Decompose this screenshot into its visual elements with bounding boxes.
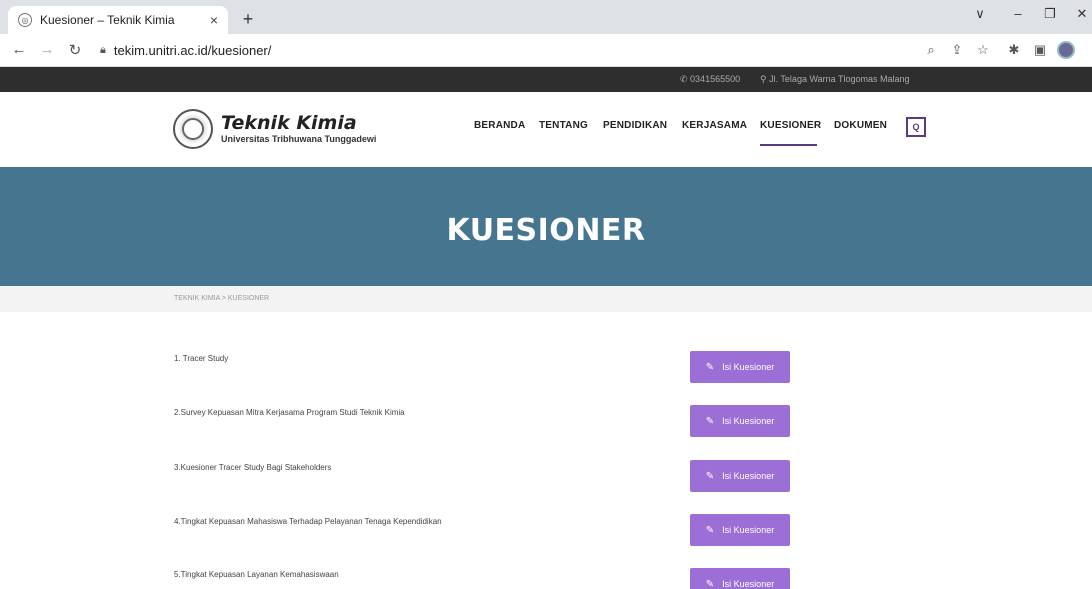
pencil-icon: ✎ — [705, 578, 715, 589]
nav-label[interactable]: TENTANG — [539, 120, 588, 131]
list-item: 3.Kuesioner Tracer Study Bagi Stakeholde… — [0, 460, 1092, 500]
breadcrumb-bar: TEKNIK KIMIA > KUESIONER — [0, 286, 1092, 312]
button-label: Isi Kuesioner — [722, 362, 775, 372]
reload-icon[interactable]: ↻ — [66, 41, 84, 59]
nav-label[interactable]: DOKUMEN — [834, 120, 887, 131]
back-icon[interactable]: ← — [10, 41, 28, 58]
profile-avatar[interactable] — [1057, 41, 1075, 59]
questionnaire-label: 4.Tingkat Kepuasan Mahasiswa Terhadap Pe… — [174, 517, 442, 526]
list-item: 4.Tingkat Kepuasan Mahasiswa Terhadap Pe… — [0, 514, 1092, 554]
zoom-icon[interactable]: ⌕ — [922, 42, 940, 58]
pencil-icon: ✎ — [705, 415, 715, 427]
button-label: Isi Kuesioner — [722, 416, 775, 426]
site-favicon-icon: ◎ — [18, 13, 32, 27]
questionnaire-label: 2.Survey Kepuasan Mitra Kerjasama Progra… — [174, 408, 405, 417]
fill-questionnaire-button[interactable]: ✎ Isi Kuesioner — [690, 405, 790, 437]
address-bar: ← → ↻ 🔒︎ tekim.unitri.ac.id/kuesioner/ ⌕… — [0, 34, 1092, 67]
nav-label[interactable]: KUESIONER — [760, 120, 821, 131]
site-logo[interactable]: Teknik Kimia Universitas Tribhuwana Tung… — [173, 109, 376, 149]
restore-button[interactable]: ❐ — [1040, 6, 1060, 22]
search-icon: Q — [912, 122, 920, 132]
location-pin-icon: ⚲ — [760, 74, 770, 84]
lock-icon: 🔒︎ — [100, 43, 106, 56]
tab-close-icon[interactable]: × — [210, 12, 218, 28]
top-info-bar: ✆ 0341565500 ⚲ Jl. Telaga Warna Tlogomas… — [0, 67, 1092, 92]
nav-label[interactable]: KERJASAMA — [682, 120, 747, 131]
button-label: Isi Kuesioner — [722, 525, 775, 535]
nav-item-kerjasama[interactable]: KERJASAMA — [682, 120, 747, 131]
list-item: 5.Tingkat Kepuasan Layanan Kemahasiswaan… — [0, 568, 1092, 589]
pencil-icon: ✎ — [705, 361, 715, 373]
nav-label[interactable]: BERANDA — [474, 120, 525, 131]
pencil-icon: ✎ — [705, 524, 715, 536]
page-banner: KUESIONER — [0, 167, 1092, 286]
page-title: KUESIONER — [446, 213, 646, 248]
fill-questionnaire-button[interactable]: ✎ Isi Kuesioner — [690, 351, 790, 383]
address-info: ⚲ Jl. Telaga Warna Tlogomas Malang — [760, 74, 910, 85]
questionnaire-label: 5.Tingkat Kepuasan Layanan Kemahasiswaan — [174, 570, 339, 579]
nav-item-tentang[interactable]: TENTANG — [539, 120, 588, 131]
fill-questionnaire-button[interactable]: ✎ Isi Kuesioner — [690, 514, 790, 546]
url-field[interactable]: 🔒︎ tekim.unitri.ac.id/kuesioner/ — [100, 39, 271, 61]
questionnaire-label: 3.Kuesioner Tracer Study Bagi Stakeholde… — [174, 463, 332, 472]
breadcrumb[interactable]: TEKNIK KIMIA > KUESIONER — [174, 295, 269, 302]
fill-questionnaire-button[interactable]: ✎ Isi Kuesioner — [690, 460, 790, 492]
fill-questionnaire-button[interactable]: ✎ Isi Kuesioner — [690, 568, 790, 589]
button-label: Isi Kuesioner — [722, 471, 775, 481]
questionnaire-label: 1. Tracer Study — [174, 354, 229, 363]
site-header: Teknik Kimia Universitas Tribhuwana Tung… — [0, 92, 1092, 167]
new-tab-button[interactable]: + — [236, 8, 260, 32]
logo-subtitle: Universitas Tribhuwana Tunggadewi — [221, 134, 377, 144]
nav-item-pendidikan[interactable]: PENDIDIKAN — [603, 120, 667, 131]
extensions-icon[interactable]: ✱ — [1005, 42, 1023, 58]
nav-label[interactable]: PENDIDIKAN — [603, 120, 667, 131]
phone-info: ✆ 0341565500 — [680, 74, 740, 85]
list-item: 2.Survey Kepuasan Mitra Kerjasama Progra… — [0, 405, 1092, 445]
address-text: Jl. Telaga Warna Tlogomas Malang — [769, 74, 910, 84]
browser-tab[interactable]: ◎ Kuesioner – Teknik Kimia × — [8, 6, 228, 34]
logo-name: Teknik Kimia — [221, 112, 357, 134]
list-item: 1. Tracer Study ✎ Isi Kuesioner — [0, 351, 1092, 391]
close-window-button[interactable]: ✕ — [1072, 6, 1092, 22]
university-seal-icon — [173, 109, 213, 149]
phone-icon: ✆ — [680, 74, 691, 84]
tab-title: Kuesioner – Teknik Kimia — [40, 13, 175, 27]
active-nav-indicator — [760, 144, 817, 146]
side-panel-icon[interactable]: ▣ — [1031, 42, 1049, 58]
minimize-button[interactable]: – — [1008, 6, 1028, 21]
nav-item-beranda[interactable]: BERANDA — [474, 120, 525, 131]
share-icon[interactable]: ⇪ — [948, 42, 966, 58]
nav-item-kuesioner[interactable]: KUESIONER — [760, 120, 821, 131]
button-label: Isi Kuesioner — [722, 579, 775, 589]
bookmark-star-icon[interactable]: ☆ — [974, 42, 992, 58]
phone-number: 0341565500 — [690, 74, 741, 84]
search-button[interactable]: Q — [906, 117, 926, 137]
browser-tab-bar: ◎ Kuesioner – Teknik Kimia × + ∨ – ❐ ✕ — [0, 0, 1092, 34]
forward-icon[interactable]: → — [38, 41, 56, 58]
nav-item-dokumen[interactable]: DOKUMEN — [834, 120, 887, 131]
url-text: tekim.unitri.ac.id/kuesioner/ — [113, 42, 272, 58]
pencil-icon: ✎ — [705, 470, 715, 482]
tab-search-icon[interactable]: ∨ — [970, 6, 990, 22]
